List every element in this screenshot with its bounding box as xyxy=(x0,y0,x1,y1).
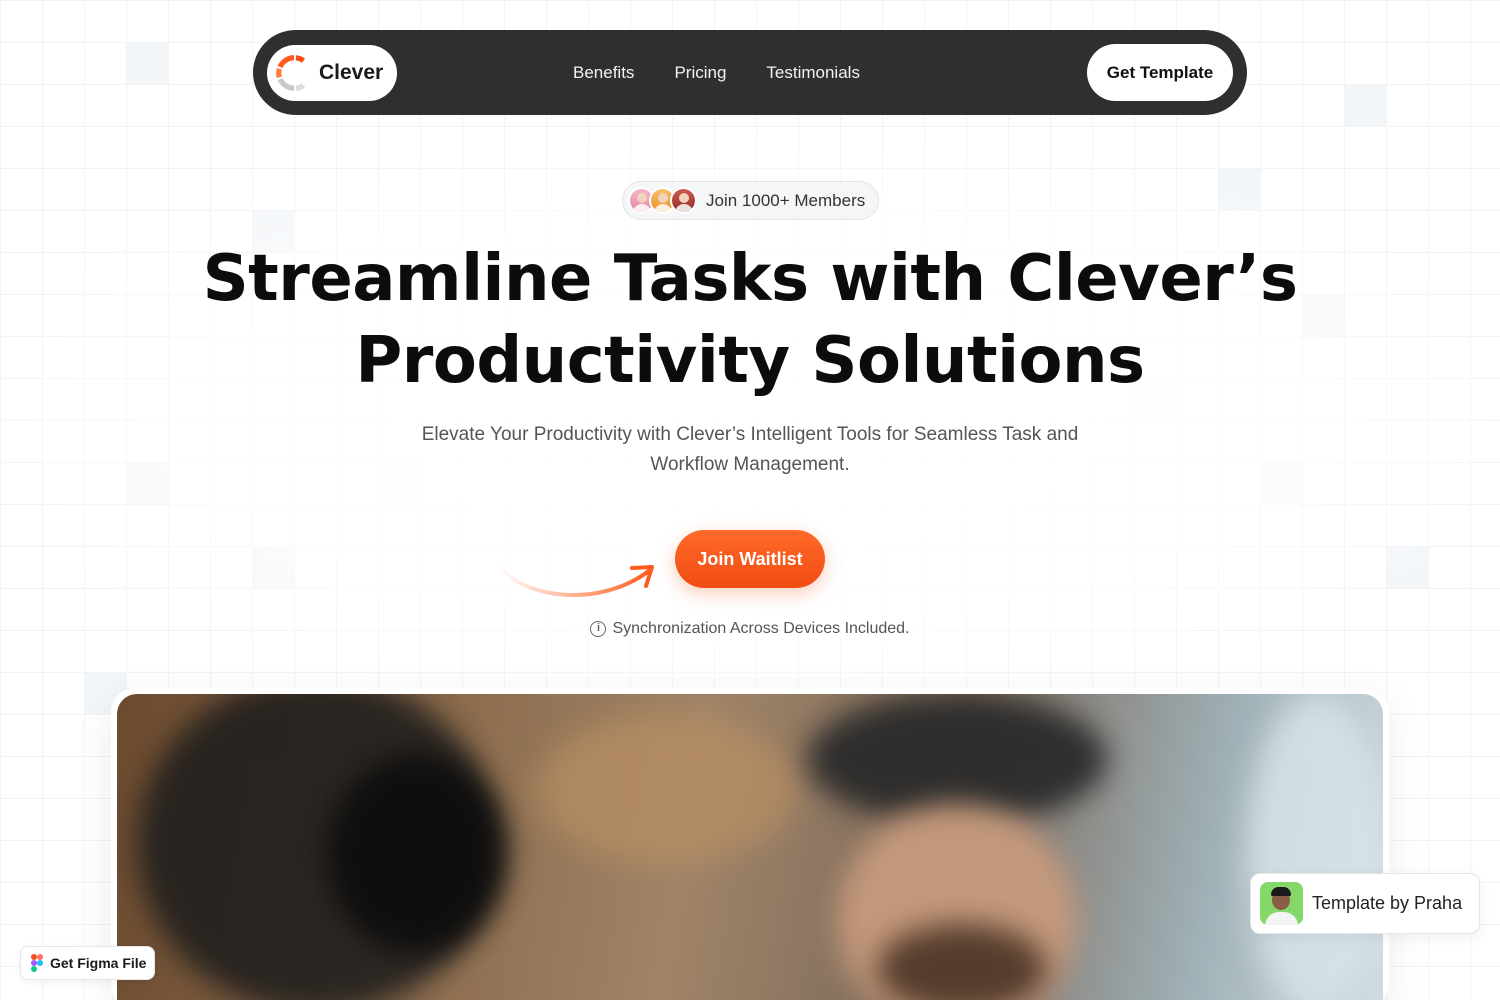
grid-tile xyxy=(127,43,168,84)
top-navbar: Clever Benefits Pricing Testimonials Get… xyxy=(253,30,1247,115)
clever-logo-icon xyxy=(276,55,306,91)
figma-icon xyxy=(31,954,43,972)
join-waitlist-button[interactable]: Join Waitlist xyxy=(675,530,825,588)
info-icon: i xyxy=(590,621,607,637)
nav-link-pricing[interactable]: Pricing xyxy=(674,63,726,83)
curved-arrow-icon xyxy=(496,562,654,597)
template-by-praha-badge[interactable]: Template by Praha xyxy=(1250,873,1480,934)
nav-links: Benefits Pricing Testimonials xyxy=(573,30,860,115)
get-template-button[interactable]: Get Template xyxy=(1087,44,1233,101)
hero-headline: Streamline Tasks with Clever’s Productiv… xyxy=(0,238,1500,402)
brand-home-link[interactable]: Clever xyxy=(267,45,397,101)
members-badge: Join 1000+ Members xyxy=(622,181,879,220)
avatar xyxy=(670,187,697,214)
members-label: Join 1000+ Members xyxy=(706,190,866,210)
get-figma-file-button[interactable]: Get Figma File xyxy=(20,946,155,980)
headline-line-1: Streamline Tasks with Clever’s xyxy=(202,242,1298,316)
sync-note-text: Synchronization Across Devices Included. xyxy=(612,620,910,637)
hero-image-frame xyxy=(111,688,1389,1000)
nav-link-testimonials[interactable]: Testimonials xyxy=(766,63,860,83)
nav-link-benefits[interactable]: Benefits xyxy=(573,63,634,83)
headline-line-2: Productivity Solutions xyxy=(355,324,1145,398)
grid-tile xyxy=(1345,85,1386,126)
hero-photo xyxy=(117,694,1383,1000)
member-avatars xyxy=(628,187,697,214)
sync-note: i Synchronization Across Devices Include… xyxy=(0,620,1500,638)
hero-subheadline: Elevate Your Productivity with Clever’s … xyxy=(421,424,1079,475)
template-by-label: Template by Praha xyxy=(1312,893,1463,913)
avatar xyxy=(1260,882,1303,925)
brand-name: Clever xyxy=(319,61,384,84)
figma-label: Get Figma File xyxy=(50,955,147,971)
